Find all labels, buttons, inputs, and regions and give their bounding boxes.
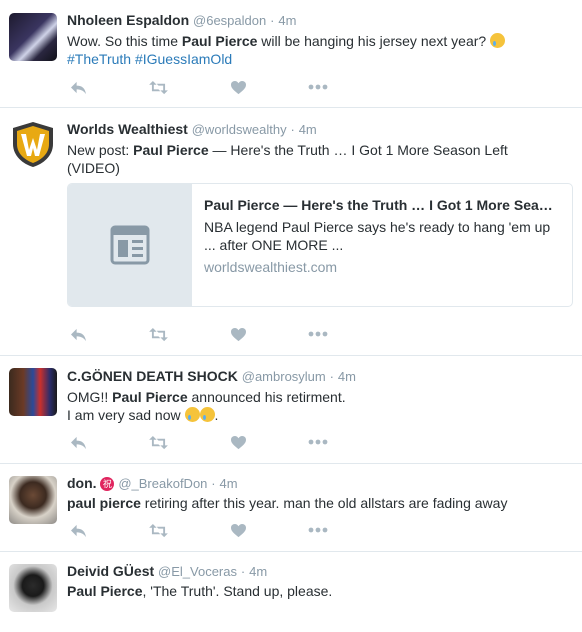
text-segment: New post: [67, 142, 134, 158]
retweet-icon[interactable] [147, 325, 169, 343]
tweet-text: OMG!! Paul Pierce announced his retirmen… [67, 388, 572, 424]
timestamp[interactable]: 4m [249, 564, 267, 579]
display-name[interactable]: Nholeen Espaldon [67, 12, 189, 28]
text-highlight: Paul Pierce [133, 142, 209, 158]
tweet-text: New post: Paul Pierce — Here's the Truth… [67, 141, 572, 177]
user-avatar[interactable] [9, 120, 57, 168]
hashtags-link[interactable]: #TheTruth #IGuessIamOld [67, 51, 232, 67]
like-icon[interactable] [227, 433, 249, 451]
display-name[interactable]: don. [67, 475, 97, 491]
shield-w-logo-icon [13, 122, 53, 167]
display-name[interactable]: Worlds Wealthiest [67, 121, 188, 137]
crying-face-emoji-icon [490, 33, 506, 48]
link-card[interactable]: Paul Pierce — Here's the Truth … I Got 1… [67, 183, 573, 307]
text-segment: OMG!! [67, 389, 113, 405]
crying-face-emoji-icon [184, 407, 200, 422]
tweet-actions [67, 325, 347, 343]
retweet-icon[interactable] [147, 521, 169, 539]
text-segment: will be hanging his jersey next year? [257, 33, 491, 49]
user-avatar[interactable] [9, 476, 57, 524]
tweet[interactable]: Deivid GÜest @El_Voceras · 4m Paul Pierc… [0, 552, 582, 632]
text-segment: announced his retirment. [187, 389, 346, 405]
retweet-icon[interactable] [147, 433, 169, 451]
reply-icon[interactable] [67, 78, 89, 96]
username[interactable]: @ambrosylum [242, 369, 326, 384]
timestamp[interactable]: 4m [278, 13, 296, 28]
separator-dot: · [290, 122, 295, 137]
card-url[interactable]: worldswealthiest.com [204, 258, 560, 276]
tweet-actions [67, 433, 347, 451]
card-thumbnail [68, 184, 192, 306]
card-title[interactable]: Paul Pierce — Here's the Truth … I Got 1… [204, 196, 560, 214]
text-highlight: Paul Pierce [67, 583, 143, 599]
tweet-text: Paul Pierce, 'The Truth'. Stand up, plea… [67, 582, 572, 600]
username[interactable]: @_BreakofDon [118, 476, 207, 491]
card-description: NBA legend Paul Pierce says he's ready t… [204, 219, 551, 253]
timestamp[interactable]: 4m [299, 122, 317, 137]
text-segment: Wow. So this time [67, 33, 182, 49]
text-segment: . [214, 407, 219, 423]
separator-dot: · [211, 476, 216, 491]
user-avatar[interactable] [9, 368, 57, 416]
more-icon[interactable] [307, 78, 329, 96]
text-highlight: Paul Pierce [112, 389, 188, 405]
separator-dot: · [329, 369, 334, 384]
display-name[interactable]: C.GÖNEN DEATH SHOCK [67, 368, 238, 384]
tweet[interactable]: C.GÖNEN DEATH SHOCK @ambrosylum · 4m OMG… [0, 356, 582, 464]
username[interactable]: @6espaldon [193, 13, 266, 28]
separator-dot: · [240, 564, 246, 579]
text-highlight: paul pierce [67, 495, 141, 511]
text-highlight: Paul Pierce [181, 33, 258, 49]
retweet-icon[interactable] [147, 78, 169, 96]
text-segment: , 'The Truth'. Stand up, please. [142, 583, 333, 599]
display-name[interactable]: Deivid GÜest [67, 563, 154, 579]
reply-icon[interactable] [67, 521, 89, 539]
tweet-text: paul pierce retiring after this year. ma… [67, 494, 572, 512]
username[interactable]: @El_Voceras [158, 564, 237, 579]
tweet-text: Wow. So this time Paul Pierce will be ha… [67, 32, 572, 68]
tweet-actions [67, 78, 347, 96]
more-icon[interactable] [307, 433, 329, 451]
tweet[interactable]: Nholeen Espaldon @6espaldon · 4m Wow. So… [0, 0, 582, 108]
reply-icon[interactable] [67, 433, 89, 451]
text-segment: — Here's the Truth … I Got 1 More Season… [208, 142, 508, 158]
like-icon[interactable] [227, 78, 249, 96]
like-icon[interactable] [227, 325, 249, 343]
text-segment: retiring after this year. man the old al… [140, 495, 508, 511]
tweet[interactable]: Worlds Wealthiest @worldswealthy · 4m Ne… [0, 108, 582, 356]
like-icon[interactable] [227, 521, 249, 539]
tweet[interactable]: don. 祝 @_BreakofDon · 4m paul pierce ret… [0, 464, 582, 552]
tweet-actions [67, 521, 347, 539]
timestamp[interactable]: 4m [220, 476, 238, 491]
profile-badge-icon: 祝 [100, 477, 115, 491]
username[interactable]: @worldswealthy [192, 122, 287, 137]
user-avatar[interactable] [9, 564, 57, 612]
more-icon[interactable] [307, 325, 329, 343]
separator-dot: · [270, 13, 275, 28]
text-segment: (VIDEO) [67, 160, 120, 176]
article-icon [110, 225, 150, 265]
text-segment: I am very sad now [67, 407, 185, 423]
more-icon[interactable] [307, 521, 329, 539]
reply-icon[interactable] [67, 325, 89, 343]
timestamp[interactable]: 4m [338, 369, 356, 384]
crying-face-emoji-icon [199, 407, 215, 422]
user-avatar[interactable] [9, 13, 57, 61]
